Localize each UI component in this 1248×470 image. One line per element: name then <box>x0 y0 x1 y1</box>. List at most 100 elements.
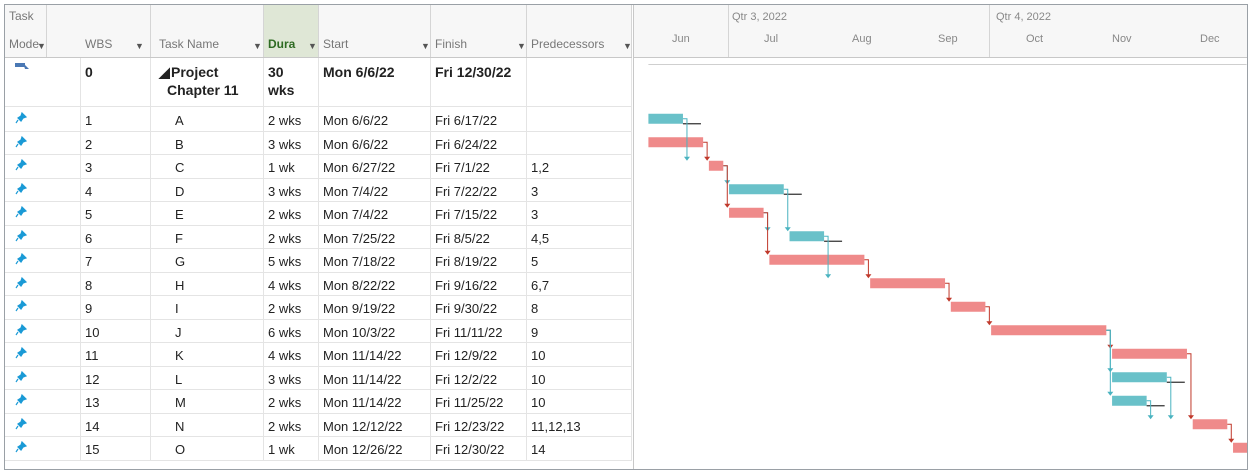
duration-cell[interactable]: 3 wks <box>264 177 319 201</box>
wbs-cell[interactable]: 9 <box>81 295 151 319</box>
task-row[interactable]: 2 B 3 wks Mon 6/6/22 Fri 6/24/22 <box>5 130 632 155</box>
chevron-down-icon[interactable]: ▼ <box>308 41 317 51</box>
chevron-down-icon[interactable]: ▼ <box>421 41 430 51</box>
mode-cell[interactable] <box>5 154 81 178</box>
column-header-task-mode[interactable]: Task Mode ▼ <box>5 5 47 57</box>
task-row[interactable]: 10 J 6 wks Mon 10/3/22 Fri 11/11/22 9 <box>5 318 632 343</box>
start-cell[interactable]: Mon 7/4/22 <box>319 201 431 225</box>
predecessors-cell[interactable]: 8 <box>527 295 632 319</box>
mode-cell[interactable] <box>5 295 81 319</box>
duration-cell[interactable]: 1 wk <box>264 154 319 178</box>
collapse-triangle-icon[interactable]: ◢ <box>159 64 170 81</box>
finish-cell[interactable]: Fri 11/25/22 <box>431 389 527 413</box>
wbs-cell[interactable]: 3 <box>81 154 151 178</box>
task-row[interactable]: 6 F 2 wks Mon 7/25/22 Fri 8/5/22 4,5 <box>5 224 632 249</box>
name-cell[interactable]: B <box>151 130 264 154</box>
mode-cell[interactable] <box>5 177 81 201</box>
name-cell[interactable]: J <box>151 318 264 342</box>
duration-cell[interactable]: 6 wks <box>264 318 319 342</box>
finish-cell[interactable]: Fri 8/19/22 <box>431 248 527 272</box>
predecessors-cell[interactable]: 5 <box>527 248 632 272</box>
column-header-duration[interactable]: Dura ▼ <box>264 5 319 57</box>
duration-cell[interactable]: 2 wks <box>264 389 319 413</box>
finish-cell[interactable]: Fri 12/9/22 <box>431 342 527 366</box>
finish-cell[interactable]: Fri 9/30/22 <box>431 295 527 319</box>
finish-cell[interactable]: Fri 11/11/22 <box>431 318 527 342</box>
predecessors-cell[interactable]: 10 <box>527 342 632 366</box>
name-cell[interactable]: A <box>151 107 264 131</box>
name-cell[interactable]: M <box>151 389 264 413</box>
task-bar[interactable] <box>729 207 764 218</box>
task-row[interactable]: 13 M 2 wks Mon 11/14/22 Fri 11/25/22 10 <box>5 389 632 414</box>
wbs-cell[interactable]: 11 <box>81 342 151 366</box>
predecessors-cell[interactable]: 1,2 <box>527 154 632 178</box>
mode-cell[interactable] <box>5 436 81 460</box>
mode-cell[interactable] <box>5 248 81 272</box>
finish-cell[interactable]: Fri 6/24/22 <box>431 130 527 154</box>
mode-cell[interactable] <box>5 224 81 248</box>
chevron-down-icon[interactable]: ▼ <box>623 41 632 51</box>
start-cell[interactable]: Mon 6/6/22 <box>319 58 431 106</box>
mode-cell[interactable] <box>5 271 81 295</box>
wbs-cell[interactable]: 4 <box>81 177 151 201</box>
duration-cell[interactable]: 4 wks <box>264 271 319 295</box>
duration-cell[interactable]: 2 wks <box>264 201 319 225</box>
predecessors-cell[interactable]: 3 <box>527 177 632 201</box>
predecessors-cell[interactable]: 10 <box>527 389 632 413</box>
predecessors-cell[interactable] <box>527 58 632 106</box>
task-bar[interactable] <box>708 160 724 171</box>
duration-cell[interactable]: 4 wks <box>264 342 319 366</box>
task-bar[interactable] <box>769 254 865 265</box>
task-row[interactable]: 15 O 1 wk Mon 12/26/22 Fri 12/30/22 14 <box>5 436 632 461</box>
duration-cell[interactable]: 2 wks <box>264 412 319 436</box>
task-bar[interactable] <box>870 278 946 289</box>
duration-cell[interactable]: 5 wks <box>264 248 319 272</box>
name-cell[interactable]: G <box>151 248 264 272</box>
task-bar[interactable] <box>1233 442 1247 453</box>
finish-cell[interactable]: Fri 7/22/22 <box>431 177 527 201</box>
predecessors-cell[interactable] <box>527 130 632 154</box>
start-cell[interactable]: Mon 7/4/22 <box>319 177 431 201</box>
task-row[interactable]: 8 H 4 wks Mon 8/22/22 Fri 9/16/22 6,7 <box>5 271 632 296</box>
column-header-finish[interactable]: Finish ▼ <box>431 5 527 57</box>
predecessors-cell[interactable]: 11,12,13 <box>527 412 632 436</box>
task-row[interactable]: 4 D 3 wks Mon 7/4/22 Fri 7/22/22 3 <box>5 177 632 202</box>
wbs-cell[interactable]: 5 <box>81 201 151 225</box>
task-bar[interactable] <box>729 184 784 195</box>
name-cell[interactable]: N <box>151 412 264 436</box>
finish-cell[interactable]: Fri 9/16/22 <box>431 271 527 295</box>
name-cell[interactable]: I <box>151 295 264 319</box>
task-row[interactable]: 5 E 2 wks Mon 7/4/22 Fri 7/15/22 3 <box>5 201 632 226</box>
task-row[interactable]: 9 I 2 wks Mon 9/19/22 Fri 9/30/22 8 <box>5 295 632 320</box>
duration-cell[interactable]: 2 wks <box>264 224 319 248</box>
wbs-cell[interactable]: 10 <box>81 318 151 342</box>
task-bar[interactable] <box>789 231 825 242</box>
predecessors-cell[interactable]: 10 <box>527 365 632 389</box>
start-cell[interactable]: Mon 6/6/22 <box>319 130 431 154</box>
predecessors-cell[interactable]: 14 <box>527 436 632 460</box>
duration-cell[interactable]: 2 wks <box>264 295 319 319</box>
mode-cell[interactable] <box>5 389 81 413</box>
predecessors-cell[interactable]: 9 <box>527 318 632 342</box>
start-cell[interactable]: Mon 7/18/22 <box>319 248 431 272</box>
mode-cell[interactable] <box>5 130 81 154</box>
finish-cell[interactable]: Fri 12/30/22 <box>431 58 527 106</box>
task-bar[interactable] <box>991 325 1107 336</box>
start-cell[interactable]: Mon 6/6/22 <box>319 107 431 131</box>
start-cell[interactable]: Mon 8/22/22 <box>319 271 431 295</box>
name-cell[interactable]: E <box>151 201 264 225</box>
task-bar[interactable] <box>1112 348 1187 359</box>
start-cell[interactable]: Mon 11/14/22 <box>319 389 431 413</box>
task-bar[interactable] <box>950 301 986 312</box>
mode-cell[interactable] <box>5 412 81 436</box>
finish-cell[interactable]: Fri 6/17/22 <box>431 107 527 131</box>
wbs-cell[interactable]: 7 <box>81 248 151 272</box>
wbs-cell[interactable]: 15 <box>81 436 151 460</box>
task-bar[interactable] <box>648 113 683 124</box>
column-header-start[interactable]: Start ▼ <box>319 5 431 57</box>
task-name-cell[interactable]: ◢ Project Chapter 11 <box>151 58 264 106</box>
predecessors-cell[interactable]: 6,7 <box>527 271 632 295</box>
name-cell[interactable]: H <box>151 271 264 295</box>
column-header-predecessors[interactable]: Predecessors ▼ <box>527 5 632 57</box>
duration-cell[interactable]: 3 wks <box>264 365 319 389</box>
